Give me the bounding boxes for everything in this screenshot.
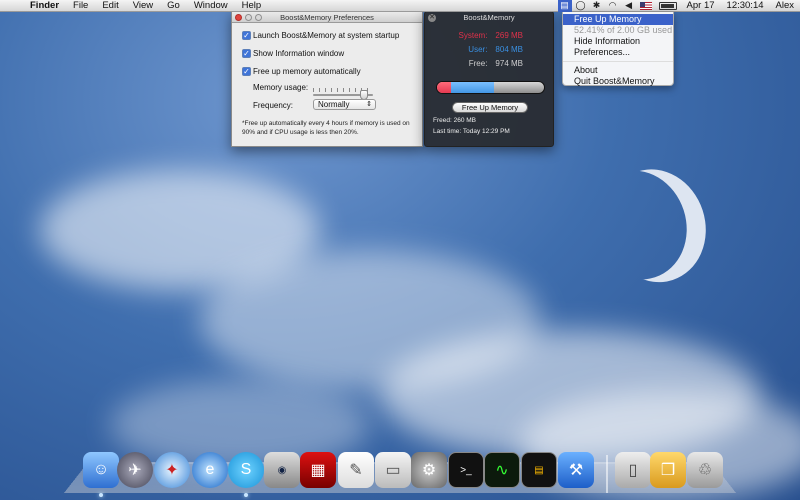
menu-help[interactable]: Help bbox=[236, 0, 270, 11]
menubar-clock[interactable]: 12:30:14 bbox=[727, 0, 764, 11]
memory-usage-slider[interactable] bbox=[313, 88, 373, 100]
show-info-label: Show Information window bbox=[253, 49, 345, 58]
skype-icon[interactable]: S bbox=[228, 452, 264, 488]
system-value: 269 MB bbox=[495, 31, 523, 40]
bar-system-segment bbox=[437, 82, 452, 93]
finder-icon[interactable]: ☺ bbox=[83, 452, 119, 488]
select-arrows-icon: ⇕ bbox=[366, 101, 372, 108]
menu-go[interactable]: Go bbox=[161, 0, 188, 11]
menu-item-quit[interactable]: Quit Boost&Memory bbox=[563, 76, 673, 87]
user-value: 804 MB bbox=[495, 45, 523, 54]
box-icon[interactable]: ❒ bbox=[650, 452, 686, 488]
frequency-label: Frequency: bbox=[253, 101, 294, 110]
activity-monitor-icon[interactable]: ∿ bbox=[484, 452, 520, 488]
bar-user-segment bbox=[451, 82, 495, 93]
menu-file[interactable]: File bbox=[67, 0, 96, 11]
show-info-checkbox[interactable]: ✓ bbox=[242, 49, 251, 58]
menu-item-hide-information[interactable]: Hide Information bbox=[563, 36, 673, 47]
launch-at-startup-row[interactable]: ✓ Launch Boost&Memory at system startup bbox=[242, 31, 399, 40]
archive-icon[interactable]: ▯ bbox=[615, 452, 651, 488]
console-icon[interactable]: ▤ bbox=[521, 452, 557, 488]
ie-icon[interactable]: e bbox=[192, 452, 228, 488]
boost-memory-tray-icon[interactable]: ▤ bbox=[557, 0, 572, 12]
menu-window[interactable]: Window bbox=[188, 0, 236, 11]
menu-item-free-up-memory[interactable]: Free Up Memory bbox=[563, 14, 673, 25]
frequency-value: Normally bbox=[318, 100, 350, 109]
auto-free-row[interactable]: ✓ Free up memory automatically bbox=[242, 67, 361, 76]
panel-titlebar[interactable]: ✕ Boost&Memory bbox=[425, 12, 553, 24]
menubar-user[interactable]: Alex bbox=[776, 0, 794, 11]
menu-bar: Finder File Edit View Go Window Help ▤ ◯… bbox=[0, 0, 800, 12]
xcode-icon[interactable]: ⚒ bbox=[558, 452, 594, 488]
last-time-text: Last time: Today 12:29 PM bbox=[433, 128, 510, 135]
system-preferences-icon[interactable]: ⚙ bbox=[411, 452, 447, 488]
panel-close-icon[interactable]: ✕ bbox=[428, 14, 436, 22]
menu-item-about[interactable]: About bbox=[563, 65, 673, 76]
terminal-icon[interactable]: >_ bbox=[448, 452, 484, 488]
menu-view[interactable]: View bbox=[127, 0, 161, 11]
minimize-window-button[interactable] bbox=[245, 14, 252, 21]
menu-item-preferences[interactable]: Preferences... bbox=[563, 47, 673, 58]
menubar-date[interactable]: Apr 17 bbox=[687, 0, 715, 11]
memory-usage-bar bbox=[436, 81, 545, 94]
user-memory-row: User: 804 MB bbox=[447, 45, 523, 54]
preview-icon[interactable]: ▭ bbox=[375, 452, 411, 488]
preferences-window: Boost&Memory Preferences ✓ Launch Boost&… bbox=[231, 11, 423, 147]
user-label: User: bbox=[468, 45, 488, 54]
panel-title: Boost&Memory bbox=[463, 13, 515, 22]
free-up-memory-button[interactable]: Free Up Memory bbox=[452, 102, 528, 113]
trash-icon[interactable]: ♲ bbox=[687, 452, 723, 488]
zoom-window-button[interactable] bbox=[255, 14, 262, 21]
moon bbox=[575, 158, 700, 292]
show-info-row[interactable]: ✓ Show Information window bbox=[242, 49, 344, 58]
menu-separator bbox=[563, 61, 673, 62]
launchpad-icon[interactable]: ✈ bbox=[117, 452, 153, 488]
photo-booth-icon[interactable]: ▦ bbox=[300, 452, 336, 488]
memory-usage-label: Memory usage: bbox=[253, 83, 309, 92]
wifi-icon[interactable]: ◠ bbox=[606, 0, 620, 12]
auto-free-label: Free up memory automatically bbox=[253, 67, 361, 76]
safari-icon[interactable]: ✦ bbox=[154, 452, 190, 488]
menu-finder[interactable]: Finder bbox=[24, 0, 67, 11]
free-value: 974 MB bbox=[495, 59, 523, 68]
textedit-icon[interactable]: ✎ bbox=[338, 452, 374, 488]
system-memory-row: System: 269 MB bbox=[447, 31, 523, 40]
input-source-flag-icon[interactable] bbox=[639, 1, 652, 10]
volume-icon[interactable]: ◀ bbox=[622, 0, 636, 12]
battery-icon[interactable] bbox=[658, 1, 677, 10]
camera-icon[interactable]: ◉ bbox=[264, 452, 300, 488]
bluetooth-icon[interactable]: ✱ bbox=[590, 0, 604, 12]
launch-at-startup-label: Launch Boost&Memory at system startup bbox=[253, 31, 400, 40]
free-label: Free: bbox=[468, 59, 488, 68]
preferences-title: Boost&Memory Preferences bbox=[280, 13, 374, 22]
system-label: System: bbox=[458, 31, 488, 40]
preferences-titlebar[interactable]: Boost&Memory Preferences bbox=[232, 12, 422, 23]
frequency-select[interactable]: Normally ⇕ bbox=[313, 99, 376, 110]
free-memory-row: Free: 974 MB bbox=[447, 59, 523, 68]
freed-text: Freed: 260 MB bbox=[433, 117, 476, 124]
sync-icon[interactable]: ◯ bbox=[574, 0, 588, 12]
tray-dropdown-menu: Free Up Memory 52.41% of 2.00 GB used Hi… bbox=[562, 12, 674, 86]
menu-edit[interactable]: Edit bbox=[96, 0, 126, 11]
close-window-button[interactable] bbox=[235, 14, 242, 21]
auto-free-note: *Free up automatically every 4 hours if … bbox=[242, 120, 410, 136]
launch-at-startup-checkbox[interactable]: ✓ bbox=[242, 31, 251, 40]
menu-item-usage: 52.41% of 2.00 GB used bbox=[574, 25, 673, 35]
boost-memory-panel: ✕ Boost&Memory System: 269 MB User: 804 MB… bbox=[424, 11, 554, 147]
auto-free-checkbox[interactable]: ✓ bbox=[242, 67, 251, 76]
